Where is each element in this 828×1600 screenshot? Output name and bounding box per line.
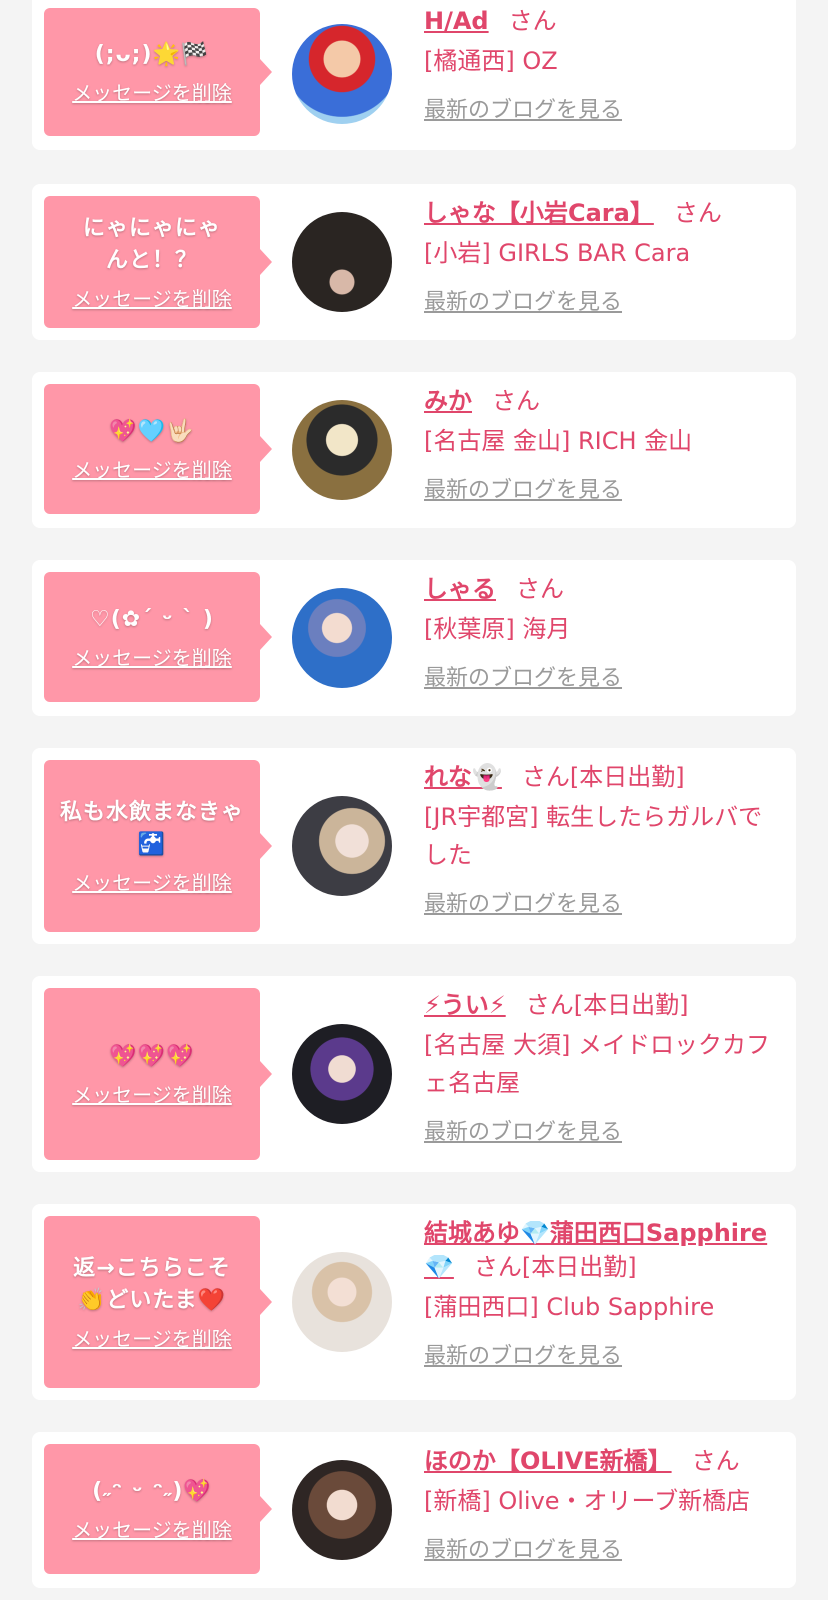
message-text: 💖🩵🤟🏻 <box>109 418 195 444</box>
message-bubble: 💖💖💖 メッセージを削除 <box>44 988 272 1160</box>
honorific: さん <box>691 1447 740 1475</box>
message-bubble: 私も水飲まなきゃ🚰 メッセージを削除 <box>44 760 272 932</box>
message-bubble: (˶ᵔ ᵕ ᵔ˶)💖 メッセージを削除 <box>44 1444 272 1574</box>
delete-message-link[interactable]: メッセージを削除 <box>72 283 232 312</box>
shop-name: [新橋] Olive・オリーブ新橋店 <box>424 1487 751 1515</box>
latest-blog-link[interactable]: 最新のブログを見る <box>424 1532 622 1564</box>
shop-name: [名古屋 金山] RICH 金山 <box>424 427 693 455</box>
latest-blog-link[interactable]: 最新のブログを見る <box>424 92 622 124</box>
latest-blog-link[interactable]: 最新のブログを見る <box>424 660 622 692</box>
honorific: さん <box>508 7 557 35</box>
delete-message-link[interactable]: メッセージを削除 <box>72 454 232 483</box>
message-text: (;ᴗ;)🌟🏁 <box>94 41 210 67</box>
latest-blog-link[interactable]: 最新のブログを見る <box>424 1338 622 1370</box>
message-text: (˶ᵔ ᵕ ᵔ˶)💖 <box>92 1478 212 1504</box>
avatar[interactable] <box>292 400 392 500</box>
status-text: [本日出勤] <box>573 991 689 1019</box>
latest-blog-link[interactable]: 最新のブログを見る <box>424 472 622 504</box>
message-card: (;ᴗ;)🌟🏁 メッセージを削除 H/Ad さん [橘通西] OZ 最新のブログを… <box>32 0 796 150</box>
profile-name-link[interactable]: H/Ad <box>424 7 489 35</box>
profile-info: みか さん [名古屋 金山] RICH 金山 最新のブログを見る <box>424 384 784 504</box>
shop-name: [名古屋 大須] メイドロックカフェ名古屋 <box>424 1031 770 1097</box>
message-bubble: ♡(✿´ ᵕ ` ) メッセージを削除 <box>44 572 272 702</box>
profile-name-link[interactable]: しゃな【小岩Cara】 <box>424 199 654 227</box>
shop-name: [秋葉原] 海月 <box>424 615 571 643</box>
honorific: さん <box>525 991 574 1019</box>
profile-info: H/Ad さん [橘通西] OZ 最新のブログを見る <box>424 4 784 124</box>
message-card: 私も水飲まなきゃ🚰 メッセージを削除 れな👻 さん[本日出勤] [JR宇都宮] 転… <box>32 748 796 944</box>
delete-message-link[interactable]: メッセージを削除 <box>72 1323 232 1352</box>
honorific: さん <box>673 199 722 227</box>
avatar[interactable] <box>292 1460 392 1560</box>
profile-info: ⚡うい⚡ さん[本日出勤] [名古屋 大須] メイドロックカフェ名古屋 最新のブロ… <box>424 988 784 1146</box>
profile-name-link[interactable]: ⚡うい⚡ <box>424 991 506 1019</box>
honorific: さん <box>521 763 570 791</box>
delete-message-link[interactable]: メッセージを削除 <box>72 642 232 671</box>
honorific: さん <box>473 1253 522 1281</box>
message-text: 返→こちらこそ👏どいたま❤️ <box>73 1255 231 1313</box>
message-text: 💖💖💖 <box>109 1043 195 1069</box>
avatar[interactable] <box>292 1252 392 1352</box>
message-card: ♡(✿´ ᵕ ` ) メッセージを削除 しゃる さん [秋葉原] 海月 最新のブロ… <box>32 560 796 716</box>
avatar[interactable] <box>292 1024 392 1124</box>
delete-message-link[interactable]: メッセージを削除 <box>72 867 232 896</box>
message-bubble: 💖🩵🤟🏻 メッセージを削除 <box>44 384 272 514</box>
shop-name: [小岩] GIRLS BAR Cara <box>424 239 691 267</box>
profile-info: 結城あゆ💎蒲田西口Sapphire💎 さん[本日出勤] [蒲田西口] Club S… <box>424 1216 796 1370</box>
message-card: 💖💖💖 メッセージを削除 ⚡うい⚡ さん[本日出勤] [名古屋 大須] メイドロッ… <box>32 976 796 1172</box>
message-card: にゃにゃにゃんと！？ メッセージを削除 しゃな【小岩Cara】 さん [小岩] G… <box>32 184 796 340</box>
shop-name: [JR宇都宮] 転生したらガルバでした <box>424 803 763 869</box>
message-bubble: にゃにゃにゃんと！？ メッセージを削除 <box>44 196 272 328</box>
avatar[interactable] <box>292 588 392 688</box>
honorific: さん <box>516 575 564 603</box>
profile-name-link[interactable]: ほのか【OLIVE新橋】 <box>424 1447 672 1475</box>
latest-blog-link[interactable]: 最新のブログを見る <box>424 284 622 316</box>
delete-message-link[interactable]: メッセージを削除 <box>72 1079 232 1108</box>
profile-name-link[interactable]: みか <box>424 387 472 415</box>
message-bubble: 返→こちらこそ👏どいたま❤️ メッセージを削除 <box>44 1216 272 1388</box>
shop-name: [橘通西] OZ <box>424 47 558 75</box>
profile-info: れな👻 さん[本日出勤] [JR宇都宮] 転生したらガルバでした 最新のブログを見… <box>424 760 784 918</box>
avatar[interactable] <box>292 212 392 312</box>
profile-info: ほのか【OLIVE新橋】 さん [新橋] Olive・オリーブ新橋店 最新のブログ… <box>424 1444 784 1564</box>
profile-info: しゃる さん [秋葉原] 海月 最新のブログを見る <box>424 572 784 692</box>
delete-message-link[interactable]: メッセージを削除 <box>72 77 232 106</box>
status-text: [本日出勤] <box>569 763 685 791</box>
latest-blog-link[interactable]: 最新のブログを見る <box>424 886 622 918</box>
honorific: さん <box>492 387 540 415</box>
profile-name-link[interactable]: しゃる <box>424 575 496 603</box>
avatar[interactable] <box>292 796 392 896</box>
profile-name-link[interactable]: れな👻 <box>424 763 502 791</box>
message-text: 私も水飲まなきゃ🚰 <box>59 799 244 857</box>
message-card: 💖🩵🤟🏻 メッセージを削除 みか さん [名古屋 金山] RICH 金山 最新のブ… <box>32 372 796 528</box>
message-bubble: (;ᴗ;)🌟🏁 メッセージを削除 <box>44 8 272 136</box>
shop-name: [蒲田西口] Club Sapphire <box>424 1293 715 1321</box>
message-text: ♡(✿´ ᵕ ` ) <box>90 606 214 632</box>
message-text: にゃにゃにゃんと！？ <box>82 215 221 273</box>
message-card: 返→こちらこそ👏どいたま❤️ メッセージを削除 結城あゆ💎蒲田西口Sapphir… <box>32 1204 796 1400</box>
message-card: (˶ᵔ ᵕ ᵔ˶)💖 メッセージを削除 ほのか【OLIVE新橋】 さん [新橋] … <box>32 1432 796 1588</box>
avatar[interactable] <box>292 24 392 124</box>
latest-blog-link[interactable]: 最新のブログを見る <box>424 1114 622 1146</box>
delete-message-link[interactable]: メッセージを削除 <box>72 1514 232 1543</box>
status-text: [本日出勤] <box>521 1253 637 1281</box>
profile-info: しゃな【小岩Cara】 さん [小岩] GIRLS BAR Cara 最新のブログ… <box>424 196 784 316</box>
